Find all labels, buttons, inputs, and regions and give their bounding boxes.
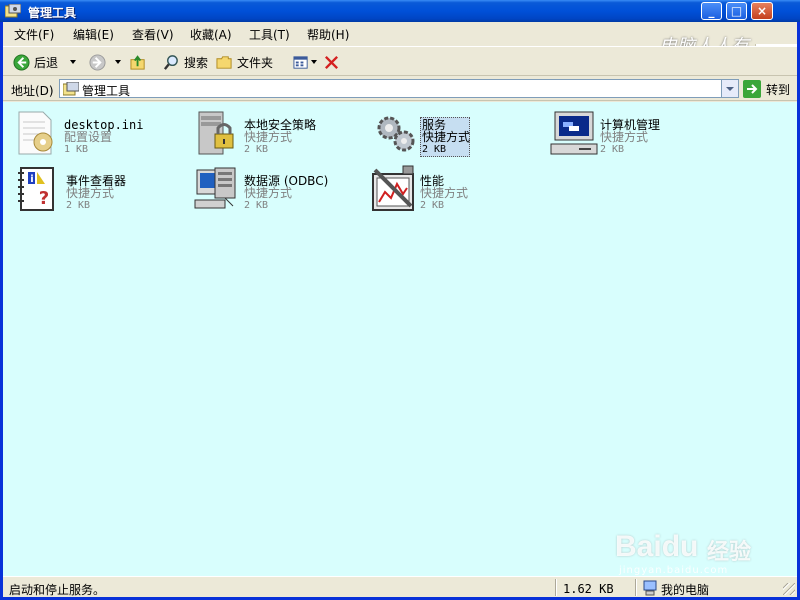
search-icon: [163, 54, 178, 70]
address-value: 管理工具: [82, 84, 131, 98]
explorer-window: 管理工具 _ □ × 文件(F) 编辑(E) 查看(V) 收藏(A) 工具(T)…: [0, 0, 800, 600]
go-label: 转到: [766, 82, 791, 97]
file-size: 2 KB: [244, 144, 269, 155]
status-description: 启动和停止服务。: [9, 583, 106, 597]
forward-arrow-icon: [89, 53, 106, 71]
folders-label: 文件夹: [237, 55, 274, 70]
delete-x-icon: [324, 55, 339, 69]
file-item-desktop-ini[interactable]: desktop.ini 配置设置 1 KB: [13, 108, 183, 160]
back-label: 后退: [34, 55, 59, 70]
back-arrow-icon: [13, 53, 30, 71]
file-size: 2 KB: [600, 144, 625, 155]
address-dropdown-button[interactable]: [721, 80, 738, 97]
status-bar: 启动和停止服务。 1.62 KB 我的电脑: [3, 576, 797, 597]
file-type: 配置设置: [64, 130, 113, 144]
file-item-local-security-policy[interactable]: 本地安全策略 快捷方式 2 KB: [193, 108, 363, 160]
admin-tools-small-icon: [63, 82, 79, 96]
maximize-button[interactable]: □: [726, 2, 747, 20]
status-separator: [555, 579, 556, 596]
svg-text:?: ?: [39, 188, 49, 209]
file-size: 2 KB: [244, 200, 269, 211]
status-separator: [635, 579, 636, 596]
toolbar: 后退 搜索 文件夹: [3, 46, 797, 76]
file-type: 快捷方式: [420, 186, 469, 200]
event-viewer-icon: i?: [18, 167, 54, 211]
go-arrow-icon: [743, 80, 761, 98]
address-input[interactable]: 管理工具: [59, 79, 739, 98]
maximize-icon: □: [730, 4, 743, 18]
admin-tools-icon: [4, 3, 22, 18]
views-dropdown-arrow-icon[interactable]: [311, 60, 317, 64]
file-item-performance[interactable]: 性能 快捷方式 2 KB: [369, 164, 539, 216]
file-type: 快捷方式: [244, 186, 293, 200]
menu-favorites[interactable]: 收藏(A): [190, 26, 232, 43]
watermark-jingyan: 经验: [707, 540, 752, 565]
status-location: 我的电脑: [661, 583, 710, 597]
file-type: 快捷方式: [600, 130, 649, 144]
forward-button[interactable]: [89, 53, 110, 71]
address-label: 地址(D): [11, 84, 54, 98]
views-icon: [293, 55, 308, 69]
settings-file-icon: [18, 111, 53, 155]
search-button[interactable]: 搜索: [163, 53, 208, 71]
file-view[interactable]: desktop.ini 配置设置 1 KB 本地安全策略 快捷方式 2 KB 服…: [3, 102, 797, 576]
menu-tools[interactable]: 工具(T): [249, 26, 290, 43]
file-item-services[interactable]: 服务 快捷方式 2 KB: [371, 108, 541, 160]
resize-grip[interactable]: [783, 583, 795, 595]
window-title: 管理工具: [28, 6, 77, 20]
close-button[interactable]: ×: [751, 2, 773, 20]
file-item-computer-management[interactable]: 计算机管理 快捷方式 2 KB: [549, 108, 719, 160]
svg-text:i: i: [30, 174, 33, 185]
file-size: 1 KB: [64, 144, 89, 155]
file-type: 快捷方式: [422, 130, 471, 144]
file-type: 快捷方式: [66, 186, 115, 200]
performance-icon: [372, 165, 414, 211]
title-bar[interactable]: 管理工具 _ □ ×: [0, 0, 800, 22]
file-item-odbc-data-sources[interactable]: 数据源 (ODBC) 快捷方式 2 KB: [193, 164, 363, 216]
menu-help[interactable]: 帮助(H): [307, 26, 349, 43]
folders-button[interactable]: 文件夹: [216, 53, 273, 71]
close-icon: ×: [756, 4, 768, 18]
services-gears-icon: [377, 116, 415, 152]
menu-view[interactable]: 查看(V): [132, 26, 174, 43]
up-folder-icon: [130, 54, 145, 70]
watermark-brand: Baidu: [615, 530, 699, 563]
file-size: 2 KB: [422, 144, 447, 155]
up-folder-button[interactable]: [130, 53, 151, 71]
baidu-watermark: Baidu 经验 jingyan.baidu.com: [615, 520, 795, 576]
data-source-odbc-icon: [194, 167, 236, 209]
file-item-event-viewer[interactable]: i? 事件查看器 快捷方式 2 KB: [15, 164, 185, 216]
local-security-policy-icon: [198, 111, 234, 155]
folder-icon: [216, 55, 232, 69]
status-size: 1.62 KB: [563, 582, 614, 596]
menu-edit[interactable]: 编辑(E): [73, 26, 114, 43]
file-size: 2 KB: [66, 200, 91, 211]
address-bar: 地址(D) 管理工具 转到: [3, 77, 797, 101]
forward-dropdown-arrow-icon[interactable]: [115, 60, 121, 64]
minimize-icon: _: [708, 4, 715, 18]
minimize-button[interactable]: _: [701, 2, 722, 20]
my-computer-icon: [643, 580, 657, 596]
delete-button[interactable]: [323, 53, 344, 71]
file-size: 2 KB: [420, 200, 445, 211]
back-button[interactable]: 后退: [13, 53, 58, 71]
back-dropdown-arrow-icon[interactable]: [70, 60, 76, 64]
search-label: 搜索: [184, 55, 209, 70]
computer-management-icon: [550, 111, 598, 155]
file-type: 快捷方式: [244, 130, 293, 144]
menu-file[interactable]: 文件(F): [14, 26, 54, 43]
go-button[interactable]: 转到: [743, 80, 790, 98]
watermark-url: jingyan.baidu.com: [619, 565, 729, 576]
